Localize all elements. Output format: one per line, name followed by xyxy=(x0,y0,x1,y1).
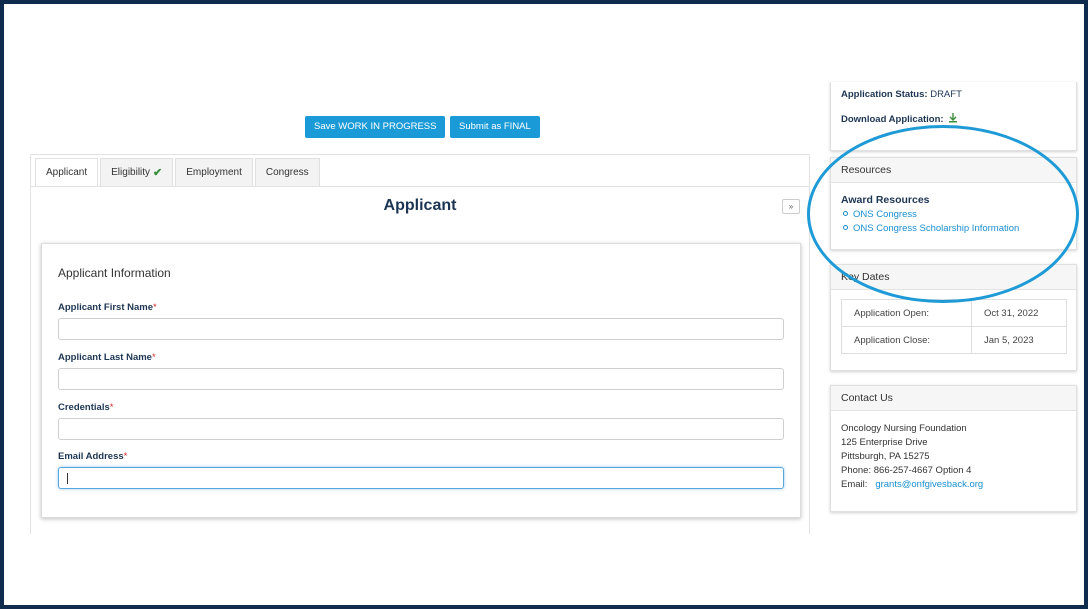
application-panel: Applicant Eligibility ✔ Employment Congre… xyxy=(30,154,810,534)
tab-label: Applicant xyxy=(46,167,88,178)
contact-details: Oncology Nursing Foundation 125 Enterpri… xyxy=(841,422,983,492)
tab-congress[interactable]: Congress xyxy=(254,158,320,187)
tab-employment[interactable]: Employment xyxy=(175,158,253,187)
key-dates-box: Key Dates Application Open: Oct 31, 2022… xyxy=(830,264,1077,371)
email-label: Email Address* xyxy=(58,451,127,462)
text-cursor xyxy=(67,473,68,484)
credentials-label: Credentials* xyxy=(58,402,113,413)
resource-link-scholarship-info[interactable]: ONS Congress Scholarship Information xyxy=(843,222,1019,236)
resources-list: ONS Congress ONS Congress Scholarship In… xyxy=(843,208,1019,236)
table-row: Application Open: Oct 31, 2022 xyxy=(841,299,1067,327)
tab-label: Congress xyxy=(265,167,309,178)
required-mark: * xyxy=(151,352,156,363)
bullet-icon xyxy=(843,225,848,230)
contact-header: Contact Us xyxy=(831,386,1076,411)
resources-box: Resources Award Resources ONS Congress O… xyxy=(830,157,1077,250)
email-label: Email: xyxy=(841,479,868,490)
label-text: Applicant Last Name xyxy=(58,352,152,363)
table-row: Application Close: Jan 5, 2023 xyxy=(841,326,1067,354)
first-name-label: Applicant First Name* xyxy=(58,302,157,313)
last-name-label: Applicant Last Name* xyxy=(58,352,156,363)
credentials-field[interactable] xyxy=(58,418,784,440)
app-frame: Save WORK IN PROGRESS Submit as FINAL Ap… xyxy=(4,4,1084,605)
link-text[interactable]: ONS Congress xyxy=(853,209,917,220)
tab-bar: Applicant Eligibility ✔ Employment Congre… xyxy=(35,158,322,187)
contact-box: Contact Us Oncology Nursing Foundation 1… xyxy=(830,385,1077,512)
key-dates-table: Application Open: Oct 31, 2022 Applicati… xyxy=(841,299,1067,354)
section-title: Applicant xyxy=(383,197,457,214)
download-label: Download Application: xyxy=(841,114,944,125)
tab-applicant[interactable]: Applicant xyxy=(35,158,99,187)
collapse-panel-button[interactable]: » xyxy=(782,199,800,214)
checkmark-icon: ✔ xyxy=(153,167,163,179)
card-title: Applicant Information xyxy=(58,266,171,280)
key-dates-header: Key Dates xyxy=(831,265,1076,290)
email-field[interactable] xyxy=(58,467,784,489)
download-line: Download Application: xyxy=(841,112,958,125)
contact-email-link[interactable]: grants@onfgivesback.org xyxy=(875,479,983,490)
date-value: Jan 5, 2023 xyxy=(971,326,1067,354)
bullet-icon xyxy=(843,211,848,216)
contact-address-1: 125 Enterprise Drive xyxy=(841,437,928,448)
tab-label: Eligibility xyxy=(111,167,151,178)
contact-phone: Phone: 866-257-4667 Option 4 xyxy=(841,465,972,476)
required-mark: * xyxy=(109,402,114,413)
resource-link-ons-congress[interactable]: ONS Congress xyxy=(843,208,1019,222)
status-label: Application Status: xyxy=(841,89,928,100)
tab-label: Employment xyxy=(186,167,242,178)
label-text: Applicant First Name xyxy=(58,302,154,313)
first-name-field[interactable] xyxy=(58,318,784,340)
award-resources-title: Award Resources xyxy=(841,194,930,206)
resources-header: Resources xyxy=(831,158,1076,183)
tab-eligibility[interactable]: Eligibility ✔ xyxy=(100,158,174,187)
download-icon[interactable] xyxy=(948,113,958,123)
contact-org: Oncology Nursing Foundation xyxy=(841,423,967,434)
status-line: Application Status: DRAFT xyxy=(841,89,962,100)
contact-address-2: Pittsburgh, PA 15275 xyxy=(841,451,930,462)
submit-final-button[interactable]: Submit as FINAL xyxy=(450,116,540,138)
required-mark: * xyxy=(123,451,128,462)
date-value: Oct 31, 2022 xyxy=(971,299,1067,327)
required-mark: * xyxy=(153,302,157,313)
tabs-divider xyxy=(31,186,809,187)
last-name-field[interactable] xyxy=(58,368,784,390)
application-status-box: Application Status: DRAFT Download Appli… xyxy=(830,82,1077,151)
status-value: DRAFT xyxy=(930,89,962,100)
applicant-information-card: Applicant Information Applicant First Na… xyxy=(41,243,801,518)
link-text[interactable]: ONS Congress Scholarship Information xyxy=(853,223,1019,234)
date-label: Application Close: xyxy=(841,326,972,354)
label-text: Credentials xyxy=(58,402,110,413)
contact-email-line: Email: grants@onfgivesback.org xyxy=(841,478,983,492)
label-text: Email Address xyxy=(58,451,124,462)
save-work-in-progress-button[interactable]: Save WORK IN PROGRESS xyxy=(305,116,446,138)
date-label: Application Open: xyxy=(841,299,972,327)
